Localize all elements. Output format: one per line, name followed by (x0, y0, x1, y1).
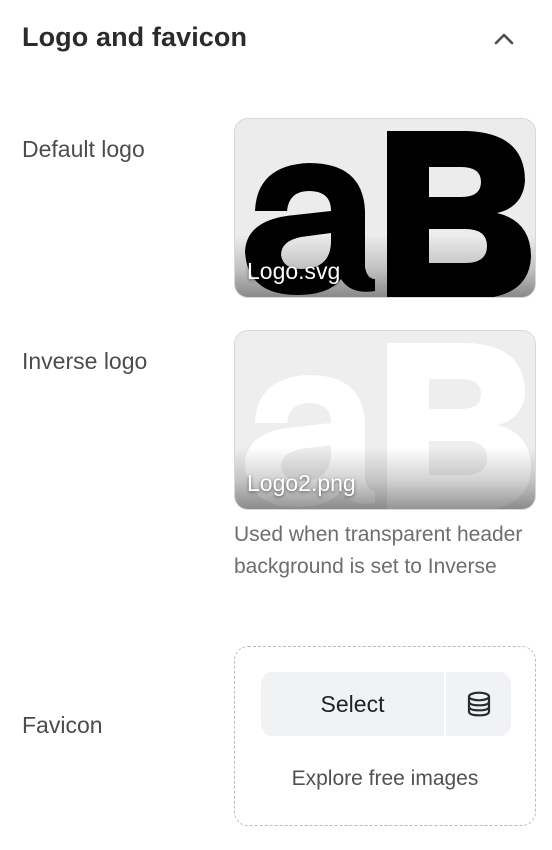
section-header: Logo and favicon (0, 0, 552, 80)
section-title: Logo and favicon (22, 22, 248, 52)
media-library-button[interactable] (446, 672, 511, 736)
select-button[interactable]: Select (261, 672, 444, 736)
explore-free-images-link[interactable]: Explore free images (235, 767, 535, 791)
default-logo-label: Default logo (22, 136, 145, 162)
default-logo-preview[interactable]: Logo.svg (234, 118, 536, 298)
favicon-button-group: Select (261, 672, 511, 736)
favicon-dropzone[interactable]: Select Explore free images (234, 646, 536, 826)
inverse-logo-label: Inverse logo (22, 348, 148, 374)
inverse-logo-preview[interactable]: Logo2.png (234, 330, 536, 510)
database-icon (467, 691, 490, 717)
inverse-logo-filename: Logo2.png (247, 470, 356, 496)
favicon-label: Favicon (22, 712, 103, 738)
collapse-button[interactable] (486, 22, 522, 56)
chevron-up-icon (494, 33, 514, 45)
inverse-logo-help-text: Used when transparent header background … (234, 523, 523, 578)
default-logo-filename: Logo.svg (247, 258, 341, 284)
